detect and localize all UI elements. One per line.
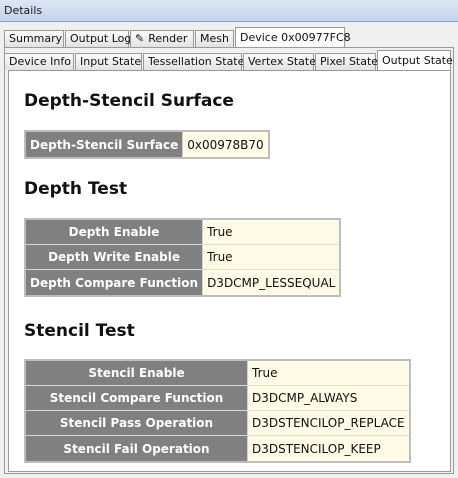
table-row: Depth-Stencil Surface 0x00978B70: [26, 132, 268, 157]
property-value: D3DCMP_ALWAYS: [247, 386, 409, 411]
property-value: True: [202, 245, 340, 270]
property-name: Stencil Compare Function: [26, 386, 247, 411]
tab-label: Output State: [382, 54, 453, 67]
tab-output-state[interactable]: Output State: [377, 50, 453, 70]
property-name: Depth-Stencil Surface: [26, 132, 183, 157]
property-value: D3DSTENCILOP_REPLACE: [247, 411, 409, 436]
property-value: D3DSTENCILOP_KEEP: [247, 436, 409, 461]
depth-test-table: Depth Enable True Depth Write Enable Tru…: [24, 218, 342, 297]
property-value: True: [202, 220, 340, 245]
property-name: Stencil Fail Operation: [26, 436, 247, 461]
property-name: Stencil Pass Operation: [26, 411, 247, 436]
tab-mesh[interactable]: Mesh: [195, 30, 234, 47]
tab-label: Device Info: [9, 55, 71, 68]
top-tab-bar: Summary Output Log ✎ Render Mesh Device 0…: [4, 27, 454, 47]
tab-vertex-state[interactable]: Vertex State: [243, 53, 316, 70]
tab-label: Vertex State: [248, 55, 316, 68]
tab-device[interactable]: Device 0x00977FC8: [235, 27, 351, 47]
tab-output-log[interactable]: Output Log: [65, 30, 132, 47]
section-heading-stencil-test: Stencil Test: [24, 321, 135, 341]
property-value: D3DCMP_LESSEQUAL: [202, 270, 340, 295]
tab-input-state[interactable]: Input State: [75, 53, 142, 70]
property-name: Depth Compare Function: [26, 270, 203, 295]
table-row: Depth Write Enable True: [26, 245, 340, 270]
output-state-content: Depth-Stencil Surface Depth-Stencil Surf…: [8, 70, 451, 472]
tab-label: Tessellation State: [148, 55, 245, 68]
table-row: Stencil Enable True: [26, 361, 409, 386]
property-name: Depth Write Enable: [26, 245, 203, 270]
sub-tab-bar: Device Info Input State Tessellation Sta…: [4, 50, 454, 70]
section-heading-depth-test: Depth Test: [24, 179, 128, 199]
window-titlebar: Details: [0, 0, 458, 22]
table-row: Depth Enable True: [26, 220, 340, 245]
tab-label: Device 0x00977FC8: [240, 31, 351, 44]
tab-pixel-state[interactable]: Pixel State: [315, 53, 379, 70]
table-row: Stencil Compare Function D3DCMP_ALWAYS: [26, 386, 409, 411]
tab-summary[interactable]: Summary: [4, 30, 64, 47]
tab-label: Mesh: [200, 32, 229, 45]
property-name: Depth Enable: [26, 220, 203, 245]
table-row: Stencil Pass Operation D3DSTENCILOP_REPL…: [26, 411, 409, 436]
property-name: Stencil Enable: [26, 361, 247, 386]
tab-device-info[interactable]: Device Info: [4, 53, 74, 70]
tab-label: Input State: [80, 55, 142, 68]
property-value: True: [247, 361, 409, 386]
window-title: Details: [4, 4, 43, 17]
edit-icon: ✎: [135, 32, 145, 45]
tab-render[interactable]: ✎ Render: [130, 30, 194, 47]
tab-label: Pixel State: [320, 55, 379, 68]
tab-tessellation-state[interactable]: Tessellation State: [143, 53, 245, 70]
table-row: Stencil Fail Operation D3DSTENCILOP_KEEP: [26, 436, 409, 461]
tab-label: Summary: [9, 32, 63, 45]
section-heading-depth-stencil: Depth-Stencil Surface: [24, 91, 234, 111]
stencil-test-table: Stencil Enable True Stencil Compare Func…: [24, 359, 411, 463]
depth-stencil-surface-link[interactable]: 0x00978B70: [182, 132, 268, 157]
depth-stencil-table: Depth-Stencil Surface 0x00978B70: [24, 130, 270, 159]
table-row: Depth Compare Function D3DCMP_LESSEQUAL: [26, 270, 340, 295]
tab-label: Render: [148, 32, 188, 45]
tab-label: Output Log: [70, 32, 132, 45]
